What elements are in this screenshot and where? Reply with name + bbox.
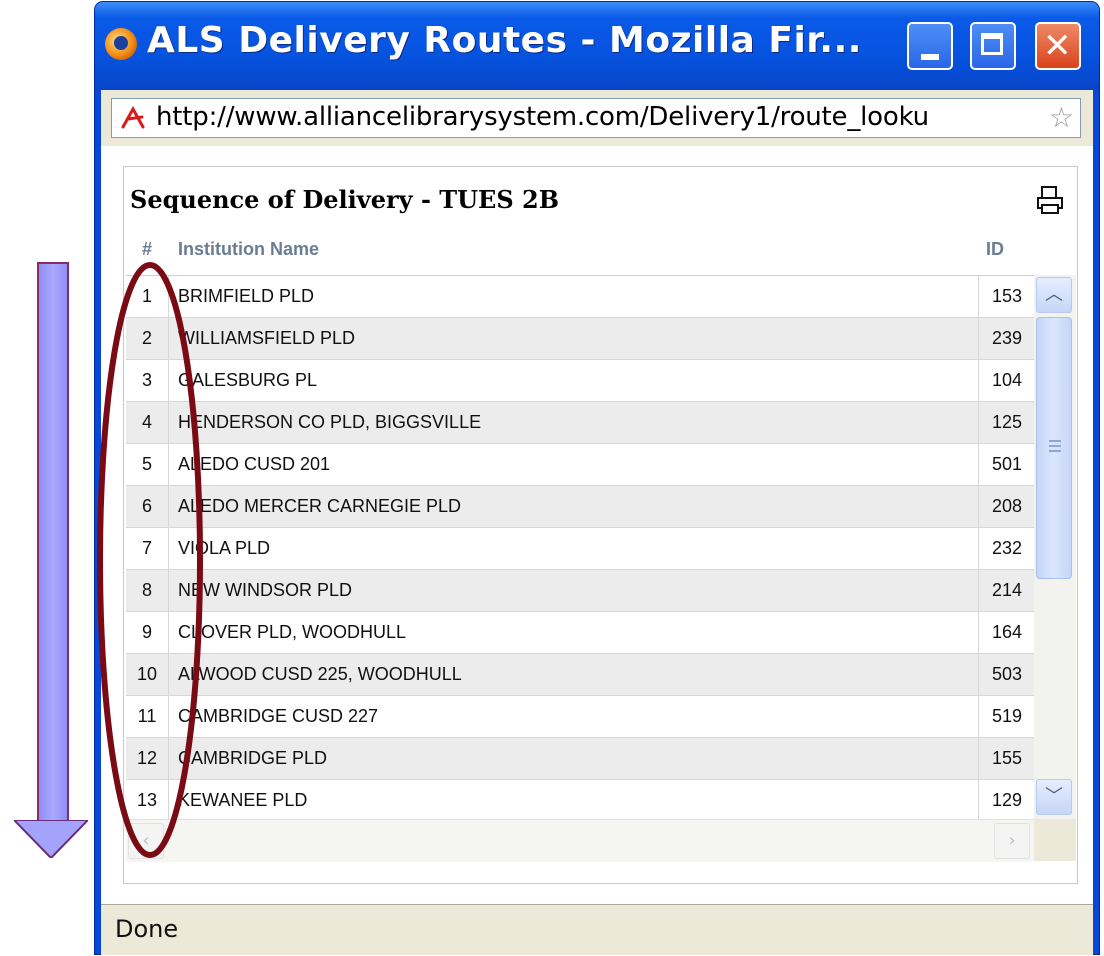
institution-id: 232 xyxy=(978,528,1034,569)
scrollbar-corner xyxy=(1034,819,1076,861)
institution-name: CAMBRIDGE PLD xyxy=(178,748,328,768)
minimize-icon xyxy=(921,54,939,60)
table-row[interactable]: 8 NEW WINDSOR PLD 214 xyxy=(126,570,1034,612)
institution-id: 155 xyxy=(978,738,1034,779)
institution-name: BRIMFIELD PLD xyxy=(178,286,315,306)
institution-id: 214 xyxy=(978,570,1034,611)
institution-name: CAMBRIDGE CUSD 227 xyxy=(178,706,379,726)
table-row[interactable]: 6 ALEDO MERCER CARNEGIE PLD 208 xyxy=(126,486,1034,528)
table-row[interactable]: 2 WILLIAMSFIELD PLD 239 xyxy=(126,318,1034,360)
annotation-arrow-shaft xyxy=(37,262,69,824)
title-bar[interactable]: ALS Delivery Routes - Mozilla Fir... ✕ xyxy=(95,2,1099,90)
table-row[interactable]: 7 VIOLA PLD 232 xyxy=(126,528,1034,570)
status-text: Done xyxy=(115,915,179,943)
institution-name: ALEDO MERCER CARNEGIE PLD xyxy=(178,496,462,516)
row-number: 3 xyxy=(126,360,169,401)
chevron-right-icon: › xyxy=(1008,830,1016,851)
chevron-left-icon: ‹ xyxy=(142,830,150,851)
firefox-icon xyxy=(105,28,137,60)
scroll-down-button[interactable]: ﹀ xyxy=(1036,779,1072,815)
star-icon[interactable]: ☆ xyxy=(1046,103,1074,133)
close-icon: ✕ xyxy=(1043,26,1072,66)
table-row[interactable]: 5 ALEDO CUSD 201 501 xyxy=(126,444,1034,486)
annotation-arrow-head xyxy=(14,820,88,858)
column-header-id[interactable]: ID xyxy=(986,239,1004,260)
grip-icon xyxy=(1049,440,1061,452)
page-title: Sequence of Delivery - TUES 2B xyxy=(130,185,560,214)
institution-id: 503 xyxy=(978,654,1034,695)
scroll-right-button[interactable]: › xyxy=(994,823,1030,859)
row-number: 2 xyxy=(126,318,169,359)
institution-name: WILLIAMSFIELD PLD xyxy=(178,328,356,348)
institution-name: ALWOOD CUSD 225, WOODHULL xyxy=(178,664,462,684)
column-header-name[interactable]: Institution Name xyxy=(178,239,319,260)
print-icon[interactable] xyxy=(1036,185,1064,215)
row-number: 5 xyxy=(126,444,169,485)
row-number: 11 xyxy=(126,696,169,737)
maximize-button[interactable] xyxy=(970,22,1016,70)
scroll-up-button[interactable]: ︿ xyxy=(1036,277,1072,313)
institution-id: 239 xyxy=(978,318,1034,359)
table-row[interactable]: 4 HENDERSON CO PLD, BIGGSVILLE 125 xyxy=(126,402,1034,444)
table-row[interactable]: 10 ALWOOD CUSD 225, WOODHULL 503 xyxy=(126,654,1034,696)
institution-name: ALEDO CUSD 201 xyxy=(178,454,331,474)
institution-id: 519 xyxy=(978,696,1034,737)
row-number: 7 xyxy=(126,528,169,569)
institution-id: 208 xyxy=(978,486,1034,527)
table-row[interactable]: 12 CAMBRIDGE PLD 155 xyxy=(126,738,1034,780)
maximize-icon xyxy=(981,33,1003,55)
row-number: 10 xyxy=(126,654,169,695)
table-row[interactable]: 3 GALESBURG PL 104 xyxy=(126,360,1034,402)
url-text[interactable]: http://www.alliancelibrarysystem.com/Del… xyxy=(156,102,929,132)
site-logo-icon xyxy=(121,105,145,129)
window-title: ALS Delivery Routes - Mozilla Fir... xyxy=(147,20,862,61)
table-row[interactable]: 9 CLOVER PLD, WOODHULL 164 xyxy=(126,612,1034,654)
institution-id: 104 xyxy=(978,360,1034,401)
row-number: 1 xyxy=(126,276,169,317)
institution-name: NEW WINDSOR PLD xyxy=(178,580,353,600)
status-bar: Done xyxy=(101,904,1093,955)
institution-id: 129 xyxy=(978,780,1034,820)
row-number: 9 xyxy=(126,612,169,653)
row-number: 4 xyxy=(126,402,169,443)
delivery-panel: Sequence of Delivery - TUES 2B # Institu… xyxy=(123,166,1078,884)
horizontal-scrollbar[interactable]: ‹ › xyxy=(126,819,1034,862)
row-number: 6 xyxy=(126,486,169,527)
close-button[interactable]: ✕ xyxy=(1035,22,1081,70)
institution-name: VIOLA PLD xyxy=(178,538,271,558)
vertical-scrollbar[interactable]: ︿ ﹀ xyxy=(1034,275,1076,819)
table-row[interactable]: 1 BRIMFIELD PLD 153 xyxy=(126,276,1034,318)
page-content: Sequence of Delivery - TUES 2B # Institu… xyxy=(101,146,1093,904)
row-number: 12 xyxy=(126,738,169,779)
minimize-button[interactable] xyxy=(907,22,953,70)
chevron-down-icon: ﹀ xyxy=(1045,786,1063,807)
url-field[interactable]: http://www.alliancelibrarysystem.com/Del… xyxy=(111,98,1081,138)
table-row[interactable]: 13 KEWANEE PLD 129 xyxy=(126,780,1034,820)
row-number: 8 xyxy=(126,570,169,611)
institution-id: 153 xyxy=(978,276,1034,317)
column-header-number[interactable]: # xyxy=(142,239,152,260)
institution-id: 164 xyxy=(978,612,1034,653)
table-row[interactable]: 11 CAMBRIDGE CUSD 227 519 xyxy=(126,696,1034,738)
chevron-up-icon: ︿ xyxy=(1045,284,1063,305)
browser-window: ALS Delivery Routes - Mozilla Fir... ✕ h… xyxy=(95,2,1099,955)
scroll-thumb[interactable] xyxy=(1036,317,1072,579)
address-bar: http://www.alliancelibrarysystem.com/Del… xyxy=(101,90,1093,146)
row-number: 13 xyxy=(126,780,169,820)
institution-name: KEWANEE PLD xyxy=(178,790,308,810)
institution-name: CLOVER PLD, WOODHULL xyxy=(178,622,407,642)
institution-id: 501 xyxy=(978,444,1034,485)
delivery-table: 1 BRIMFIELD PLD 153 2 WILLIAMSFIELD PLD 239 … xyxy=(126,275,1034,820)
institution-name: HENDERSON CO PLD, BIGGSVILLE xyxy=(178,412,482,432)
institution-id: 125 xyxy=(978,402,1034,443)
scroll-left-button[interactable]: ‹ xyxy=(128,823,164,859)
institution-name: GALESBURG PL xyxy=(178,370,318,390)
